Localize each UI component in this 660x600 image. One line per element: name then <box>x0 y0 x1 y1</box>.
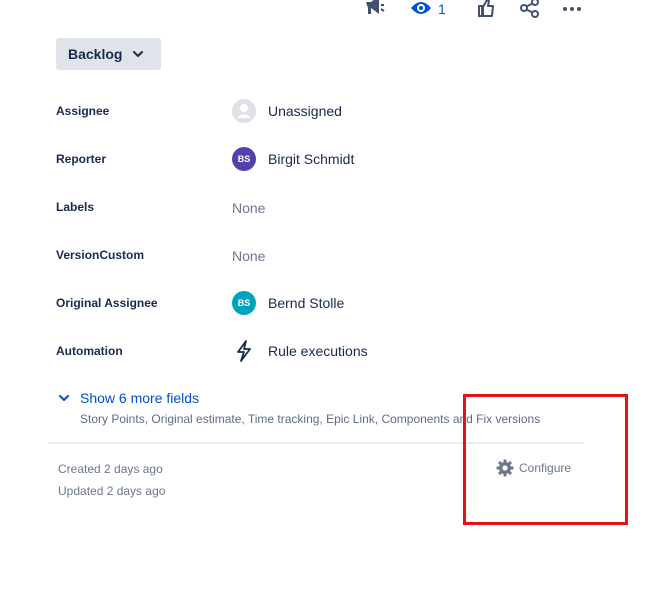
thumbs-up-icon <box>478 0 494 17</box>
version-custom-label: VersionCustom <box>56 248 145 262</box>
more-horizontal-icon <box>563 7 581 11</box>
automation-label: Automation <box>56 344 123 358</box>
updated-timestamp: Updated 2 days ago <box>58 484 166 498</box>
labels-label: Labels <box>56 200 95 214</box>
labels-value: None <box>232 200 266 216</box>
reporter-field[interactable]: BS Birgit Schmidt <box>232 147 354 171</box>
show-more-fields-label: Show 6 more fields <box>80 390 200 406</box>
assignee-field[interactable]: Unassigned <box>232 99 342 123</box>
original-assignee-label: Original Assignee <box>56 296 158 310</box>
show-more-fields-button[interactable]: Show 6 more fields <box>58 390 199 406</box>
share-button[interactable] <box>519 0 541 18</box>
original-assignee-avatar: BS <box>232 291 256 315</box>
chevron-down-icon <box>58 392 72 404</box>
assignee-label: Assignee <box>56 104 110 118</box>
person-icon <box>232 99 256 123</box>
reporter-label: Reporter <box>56 152 107 166</box>
reporter-value: Birgit Schmidt <box>268 151 355 167</box>
automation-field[interactable]: Rule executions <box>232 339 368 363</box>
original-assignee-value: Bernd Stolle <box>268 295 345 311</box>
chevron-down-icon <box>132 48 144 60</box>
status-label: Backlog <box>68 46 123 62</box>
share-icon <box>520 0 539 18</box>
status-dropdown-button[interactable]: Backlog <box>56 38 161 70</box>
labels-field[interactable]: None <box>232 200 265 216</box>
automation-value: Rule executions <box>268 343 368 359</box>
version-custom-field[interactable]: None <box>232 248 265 264</box>
like-button[interactable] <box>476 0 496 18</box>
megaphone-icon <box>366 0 385 14</box>
watch-button[interactable]: 1 <box>410 0 446 18</box>
watch-count: 1 <box>438 1 446 17</box>
version-custom-value: None <box>232 248 266 264</box>
issue-toolbar: 1 <box>0 0 660 20</box>
original-assignee-field[interactable]: BS Bernd Stolle <box>232 291 344 315</box>
assignee-value: Unassigned <box>268 103 342 119</box>
lightning-bolt-icon <box>232 339 256 363</box>
more-actions-button[interactable] <box>561 0 583 18</box>
announce-button[interactable] <box>362 0 386 18</box>
created-timestamp: Created 2 days ago <box>58 462 163 476</box>
eye-icon <box>411 2 431 14</box>
reporter-avatar: BS <box>232 147 256 171</box>
highlight-box <box>463 394 628 525</box>
